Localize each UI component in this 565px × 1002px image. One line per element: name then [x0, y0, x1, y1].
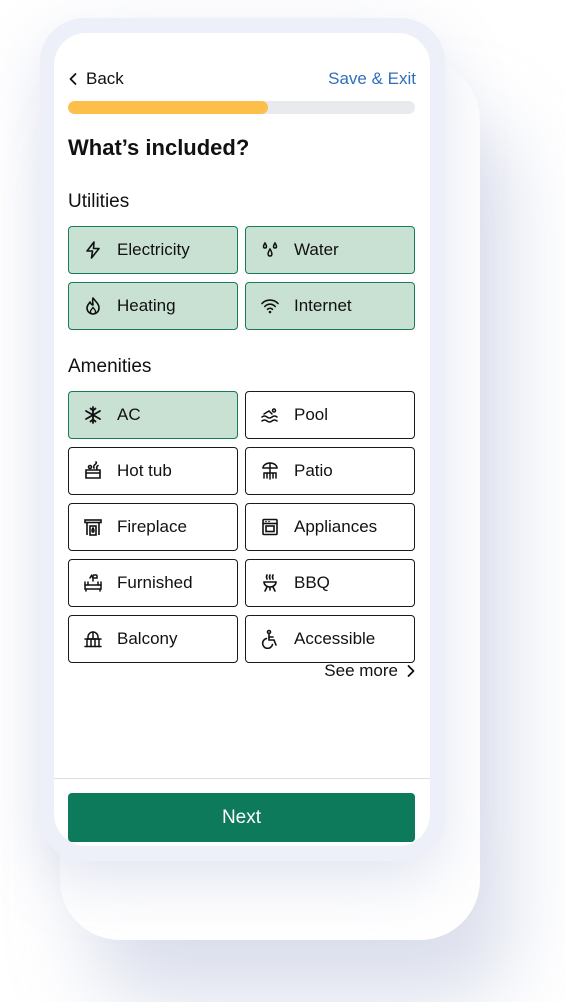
balcony-icon [83, 629, 103, 649]
progress-bar [68, 101, 415, 114]
option-label: Patio [294, 461, 333, 480]
option-appliances[interactable]: Appliances [245, 503, 415, 551]
option-balcony[interactable]: Balcony [68, 615, 238, 663]
option-label: Water [294, 240, 339, 259]
option-label: Furnished [117, 573, 193, 592]
oven-icon [260, 517, 280, 537]
water-icon [260, 240, 280, 260]
option-label: Fireplace [117, 517, 187, 536]
accessible-icon [260, 629, 280, 649]
page-title: What’s included? [68, 135, 250, 160]
phone-frame: Back Save & Exit What’s included? Utilit… [40, 18, 445, 861]
option-pool[interactable]: Pool [245, 391, 415, 439]
fireplace-icon [83, 517, 103, 537]
amenities-grid: AC Pool Hot tub Patio Fireplace Applianc… [68, 391, 415, 663]
amenities-heading: Amenities [68, 356, 152, 377]
back-label: Back [86, 69, 124, 88]
option-electricity[interactable]: Electricity [68, 226, 238, 274]
see-more-label: See more [324, 661, 398, 680]
flame-icon [83, 296, 103, 316]
option-fireplace[interactable]: Fireplace [68, 503, 238, 551]
option-label: Heating [117, 296, 176, 315]
next-button[interactable]: Next [68, 793, 415, 842]
chevron-left-icon [69, 73, 77, 85]
sofa-icon [83, 573, 103, 593]
option-label: Internet [294, 296, 352, 315]
option-label: Accessible [294, 629, 376, 648]
option-label: BBQ [294, 573, 330, 592]
bbq-icon [260, 573, 280, 593]
wifi-icon [260, 296, 280, 316]
patio-icon [260, 461, 280, 481]
save-exit-link[interactable]: Save & Exit [328, 69, 416, 89]
pool-icon [260, 405, 280, 425]
option-patio[interactable]: Patio [245, 447, 415, 495]
option-label: Electricity [117, 240, 190, 259]
option-ac[interactable]: AC [68, 391, 238, 439]
snowflake-icon [83, 405, 103, 425]
see-more-link[interactable]: See more [324, 661, 416, 681]
option-label: Hot tub [117, 461, 172, 480]
option-heating[interactable]: Heating [68, 282, 238, 330]
option-hot-tub[interactable]: Hot tub [68, 447, 238, 495]
option-accessible[interactable]: Accessible [245, 615, 415, 663]
hot-tub-icon [83, 461, 103, 481]
option-furnished[interactable]: Furnished [68, 559, 238, 607]
lightning-icon [83, 240, 103, 260]
option-label: Appliances [294, 517, 378, 536]
app-screen: Back Save & Exit What’s included? Utilit… [54, 33, 430, 846]
option-label: Pool [294, 405, 329, 424]
option-label: Balcony [117, 629, 178, 648]
option-bbq[interactable]: BBQ [245, 559, 415, 607]
utilities-grid: Electricity Water Heating Internet [68, 226, 415, 330]
option-label: AC [117, 405, 141, 424]
top-bar: Back Save & Exit [54, 69, 430, 93]
next-button-label: Next [221, 806, 262, 828]
progress-fill [68, 101, 268, 114]
footer-divider [54, 778, 430, 779]
option-water[interactable]: Water [245, 226, 415, 274]
option-internet[interactable]: Internet [245, 282, 415, 330]
chevron-right-icon [407, 665, 415, 677]
utilities-heading: Utilities [68, 191, 130, 212]
back-button[interactable]: Back [68, 69, 124, 89]
